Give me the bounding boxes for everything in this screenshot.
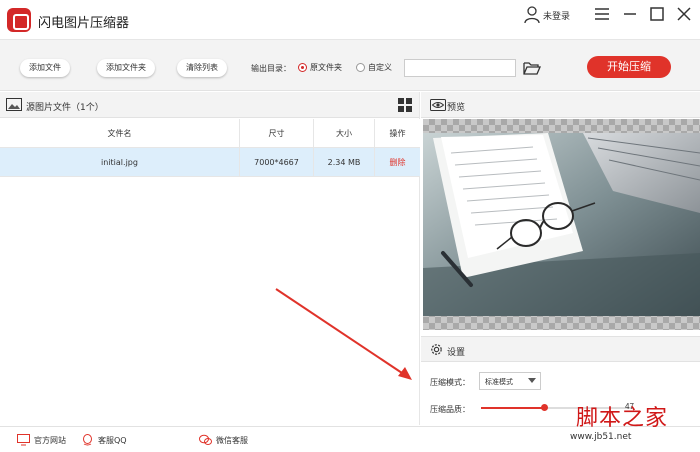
app-logo-icon (7, 8, 31, 32)
mode-select[interactable]: 标准模式 (479, 372, 541, 390)
col-action: 操作 (389, 128, 406, 138)
gear-icon (431, 344, 442, 355)
wechat-icon (199, 434, 212, 445)
footer-link-label: 官方网站 (34, 435, 66, 445)
mode-value: 标准模式 (485, 378, 513, 386)
close-icon[interactable] (675, 5, 693, 23)
mode-label: 压缩模式： (430, 378, 470, 387)
user-icon (524, 6, 540, 24)
add-folder-button[interactable]: 添加文件夹 (97, 59, 155, 77)
radio-original-folder[interactable]: 原文件夹 (298, 62, 342, 73)
maximize-icon[interactable] (648, 5, 666, 23)
add-file-button[interactable]: 添加文件 (20, 59, 70, 77)
radio-unchecked-icon (356, 63, 365, 72)
watermark-title: 脚本之家 (576, 406, 669, 431)
minimize-icon[interactable] (621, 5, 639, 23)
col-dimensions: 尺寸 (240, 119, 314, 147)
settings-header: 设置 (421, 336, 700, 362)
preview-area (423, 119, 700, 330)
menu-icon[interactable] (593, 5, 611, 23)
file-panel-header: 源图片文件（1个） (0, 92, 419, 118)
app-title: 闪电图片压缩器 (38, 16, 130, 31)
delete-link[interactable]: 删除 (390, 157, 406, 168)
eye-icon (430, 99, 446, 111)
table-header: 文件名 尺寸 大小 操作 (0, 119, 420, 148)
watermark-url: www.jb51.net (570, 432, 632, 442)
file-table: 文件名 尺寸 大小 操作 initial.jpg 7000*4667 2.34 … (0, 119, 420, 177)
file-dimensions: 7000*4667 (240, 148, 314, 176)
qq-icon (83, 434, 92, 446)
file-name: initial.jpg (0, 148, 240, 176)
file-panel-title: 源图片文件（1个） (26, 103, 104, 113)
official-site-link[interactable]: 官方网站 (17, 434, 66, 446)
delete-link-cell: 删除 (375, 148, 420, 176)
col-size: 大小 (314, 119, 375, 147)
watermark: 脚本之家 www.jb51.net (566, 400, 698, 448)
toolbar: 添加文件 添加文件夹 清除列表 输出目录： 原文件夹 自定义 开始压缩 (0, 40, 700, 91)
file-size: 2.34 MB (314, 148, 375, 176)
monitor-icon (17, 434, 30, 446)
footer-link-label: 客服QQ (98, 435, 127, 445)
slider-fill (481, 407, 544, 409)
image-icon (6, 98, 22, 111)
user-status: 未登录 (543, 11, 571, 22)
col-name: 文件名 (0, 119, 240, 147)
radio-label: 原文件夹 (310, 63, 342, 72)
output-dir-label: 输出目录： (251, 64, 291, 73)
quality-label: 压缩品质： (430, 405, 470, 414)
radio-custom[interactable]: 自定义 (356, 62, 392, 73)
clear-list-button[interactable]: 清除列表 (177, 59, 227, 77)
annotation-arrow (275, 288, 412, 380)
title-bar: 闪电图片压缩器 未登录 (0, 0, 700, 40)
radio-label: 自定义 (368, 63, 392, 72)
radio-checked-icon (298, 63, 307, 72)
custom-path-input[interactable] (404, 59, 516, 77)
wechat-support-link[interactable]: 微信客服 (199, 434, 248, 446)
grid-view-icon[interactable] (398, 98, 412, 112)
preview-title: 预览 (447, 103, 466, 113)
user-login[interactable]: 未登录 (524, 5, 570, 25)
folder-open-icon[interactable] (522, 59, 542, 77)
footer-link-label: 微信客服 (216, 435, 248, 445)
slider-thumb[interactable] (541, 404, 548, 411)
chevron-down-icon (528, 378, 536, 383)
qq-support-link[interactable]: 客服QQ (81, 434, 127, 446)
table-row[interactable]: initial.jpg 7000*4667 2.34 MB 删除 (0, 148, 420, 177)
start-compress-button[interactable]: 开始压缩 (587, 56, 671, 78)
preview-image (423, 133, 700, 316)
settings-title: 设置 (447, 348, 466, 358)
preview-header: 预览 (421, 92, 700, 118)
